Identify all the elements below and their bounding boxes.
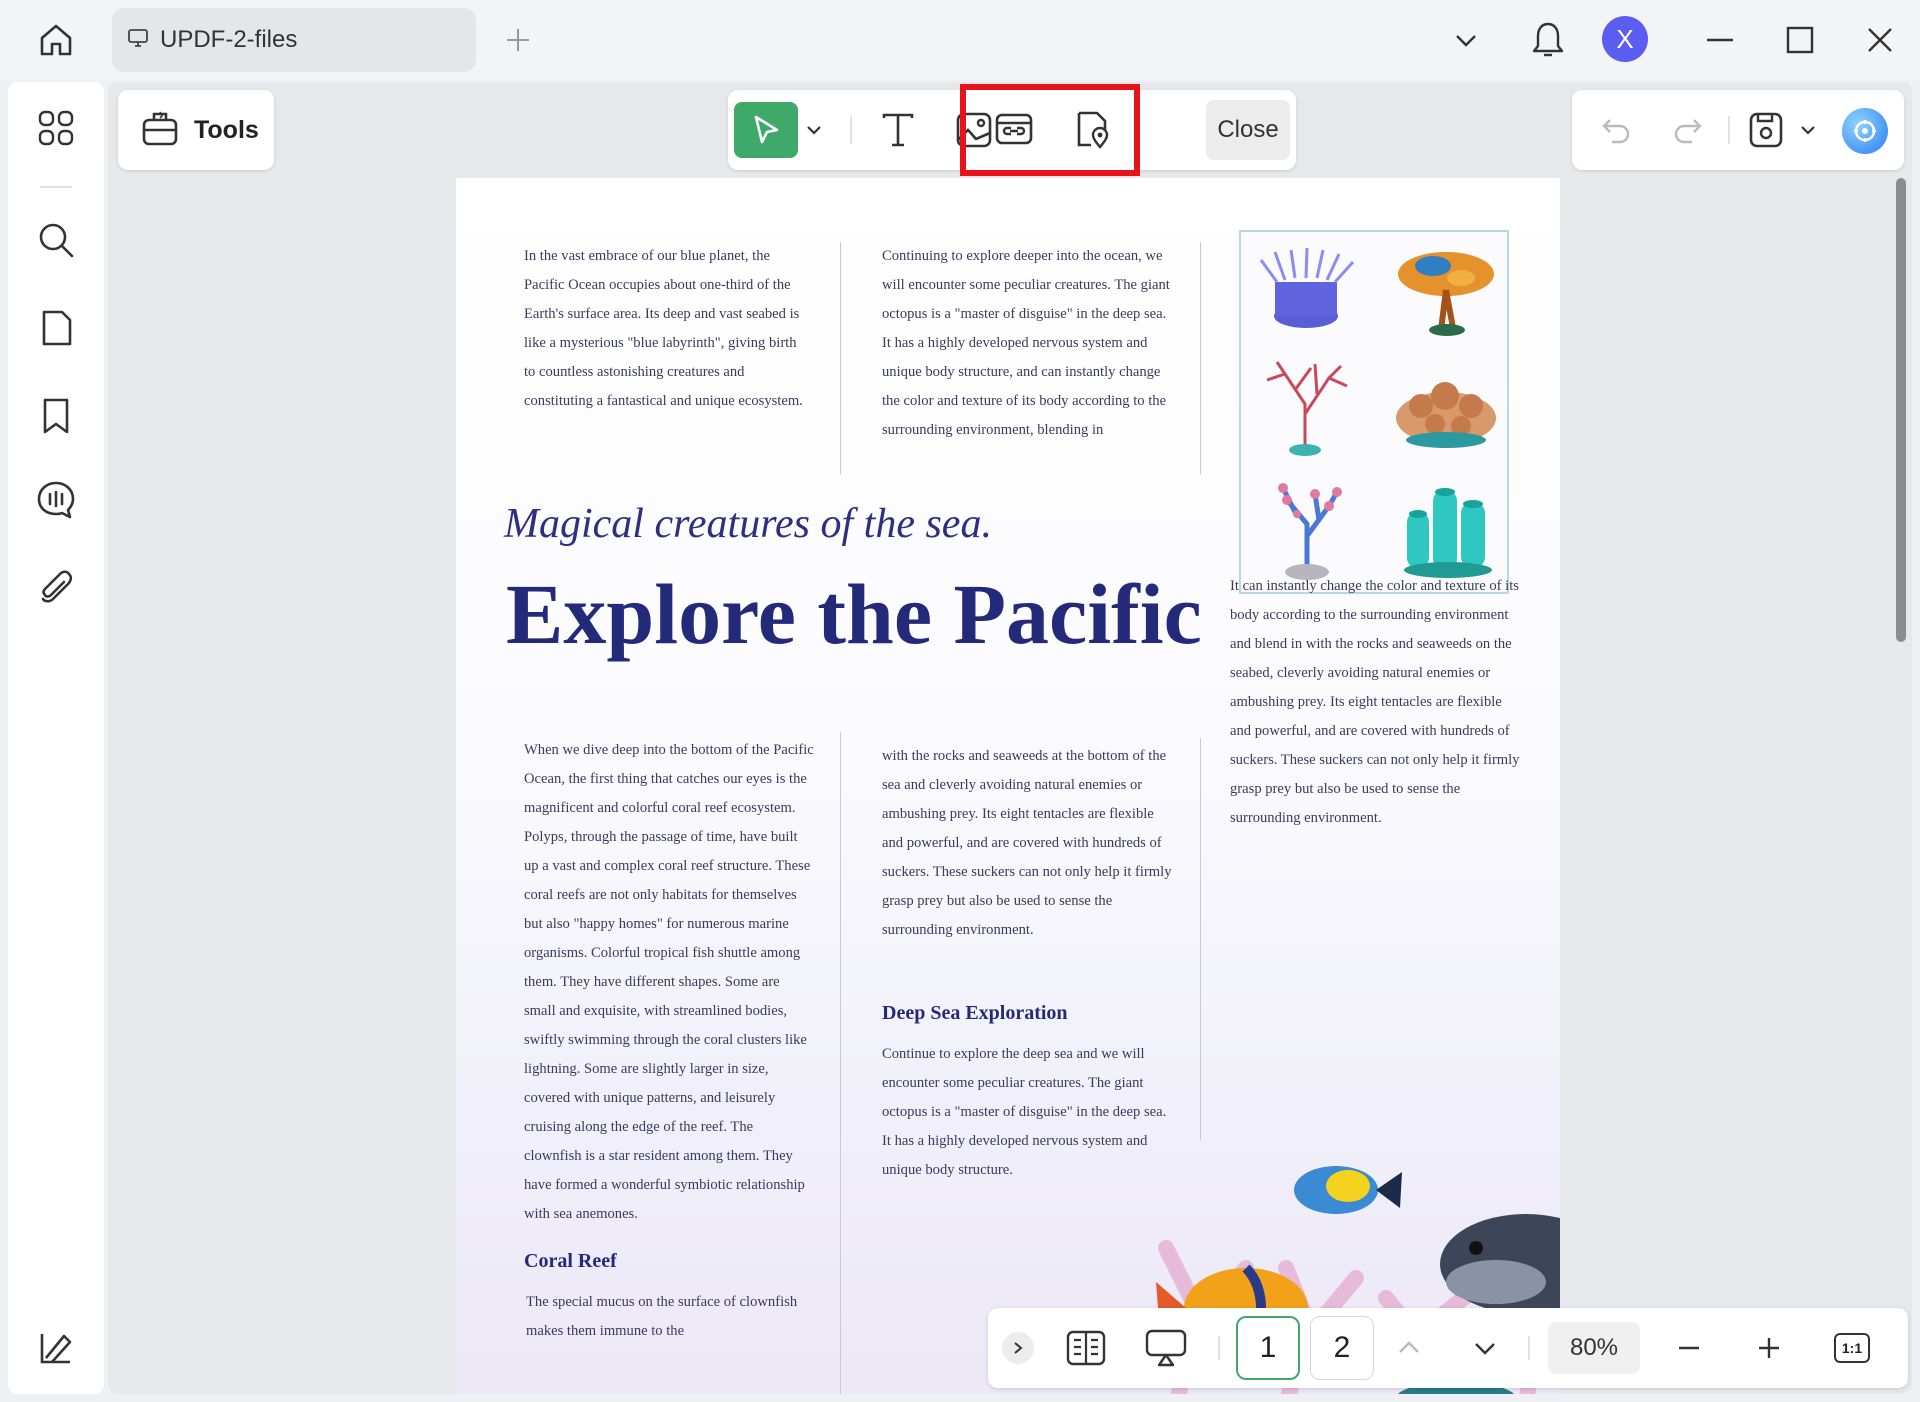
red-coral-image	[1266, 361, 1348, 456]
maximize-icon[interactable]	[1780, 20, 1820, 60]
search-icon[interactable]	[32, 216, 80, 264]
next-page-icon[interactable]	[1460, 1322, 1510, 1374]
tools-label: Tools	[194, 115, 259, 144]
octopus-paragraph: Continuing to explore deeper into the oc…	[882, 248, 1170, 438]
tools-button[interactable]: Tools	[118, 90, 274, 170]
bottombar-separator	[1528, 1336, 1530, 1360]
previous-page-icon[interactable]	[1384, 1322, 1434, 1374]
page-view-icon[interactable]	[1058, 1322, 1114, 1374]
expand-panel-button[interactable]	[1000, 1322, 1036, 1374]
anemone-image	[1259, 247, 1355, 328]
link-to-page-tool-button[interactable]	[1060, 102, 1124, 158]
coral-image-grid	[1239, 230, 1509, 594]
coral-reef-intro: The special mucus on the surface of clow…	[526, 1294, 798, 1339]
avatar[interactable]: X	[1602, 16, 1648, 62]
actual-size-button[interactable]: 1:1	[1824, 1322, 1880, 1374]
zoom-in-icon[interactable]	[1744, 1322, 1794, 1374]
intro-paragraph: In the vast embrace of our blue planet, …	[524, 248, 803, 409]
deep-sea-heading: Deep Sea Exploration	[882, 1002, 1068, 1024]
title-bar: UPDF-2-files X	[0, 0, 1920, 80]
ai-assistant-icon[interactable]	[1842, 108, 1888, 154]
toolbar-separator	[1728, 116, 1730, 144]
camouflage-paragraph: It can instantly change the color and te…	[1230, 578, 1520, 826]
vertical-scrollbar[interactable]	[1896, 178, 1906, 642]
monitor-icon	[126, 26, 150, 55]
page-thumbnail-icon[interactable]	[32, 304, 80, 352]
document-title: Explore the Pacific	[506, 566, 1202, 662]
select-tool-dropdown[interactable]	[798, 102, 830, 158]
column-divider	[840, 732, 841, 1394]
tab-title: UPDF-2-files	[160, 26, 298, 53]
history-toolbar	[1572, 90, 1904, 170]
minimize-icon[interactable]	[1700, 20, 1740, 60]
close-window-icon[interactable]	[1860, 20, 1900, 60]
seabed-paragraph: with the rocks and seaweeds at the botto…	[882, 748, 1172, 938]
main-workspace: Tools Close In the vast embrace of our b…	[108, 82, 1912, 1394]
presentation-icon[interactable]	[1138, 1322, 1194, 1374]
document-tab[interactable]: UPDF-2-files	[112, 8, 476, 72]
zoom-out-icon[interactable]	[1664, 1322, 1714, 1374]
new-tab-icon[interactable]	[500, 20, 536, 60]
add-text-tool-button[interactable]	[866, 102, 930, 158]
pdf-page: In the vast embrace of our blue planet, …	[456, 178, 1560, 1394]
sidebar-divider	[40, 186, 72, 188]
rock-coral-image	[1396, 382, 1496, 448]
chevron-right-icon	[1002, 1332, 1034, 1364]
save-icon[interactable]	[1742, 102, 1790, 158]
chevron-down-icon[interactable]	[1448, 20, 1484, 60]
link-to-web-tool-button[interactable]	[982, 102, 1046, 158]
theme-icon[interactable]	[32, 1324, 80, 1372]
bell-icon[interactable]	[1524, 16, 1572, 64]
page-2-button[interactable]: 2	[1310, 1316, 1374, 1380]
edit-toolbar: Close	[728, 84, 1296, 176]
left-sidebar	[8, 82, 104, 1394]
toolbox-icon	[140, 108, 180, 153]
attachment-icon[interactable]	[32, 564, 80, 612]
document-subtitle: Magical creatures of the sea.	[504, 501, 992, 547]
redo-icon[interactable]	[1664, 102, 1712, 158]
page-navigation-bar: 1 2 80% 1:1	[988, 1308, 1908, 1388]
select-tool-button[interactable]	[734, 102, 798, 158]
page-1-button[interactable]: 1	[1236, 1316, 1300, 1380]
apps-grid-icon[interactable]	[32, 104, 80, 152]
zoom-level[interactable]: 80%	[1548, 1322, 1640, 1374]
blue-coral-image	[1278, 483, 1342, 580]
column-divider	[840, 242, 841, 474]
blue-tang-fish-image	[1294, 1166, 1402, 1214]
bookmark-icon[interactable]	[32, 392, 80, 440]
orange-coral-image	[1398, 252, 1494, 336]
home-icon[interactable]	[32, 16, 80, 64]
actual-size-icon: 1:1	[1834, 1333, 1870, 1363]
coral-reef-paragraph: When we dive deep into the bottom of the…	[524, 742, 814, 1222]
comment-icon[interactable]	[32, 476, 80, 524]
save-options-dropdown[interactable]	[1794, 102, 1822, 158]
undo-icon[interactable]	[1592, 102, 1640, 158]
column-divider	[1200, 242, 1201, 474]
close-edit-button[interactable]: Close	[1206, 100, 1290, 160]
coral-reef-heading: Coral Reef	[524, 1250, 617, 1272]
teal-coral-image	[1404, 488, 1492, 578]
toolbar-separator	[850, 116, 852, 144]
bottombar-separator	[1218, 1336, 1220, 1360]
